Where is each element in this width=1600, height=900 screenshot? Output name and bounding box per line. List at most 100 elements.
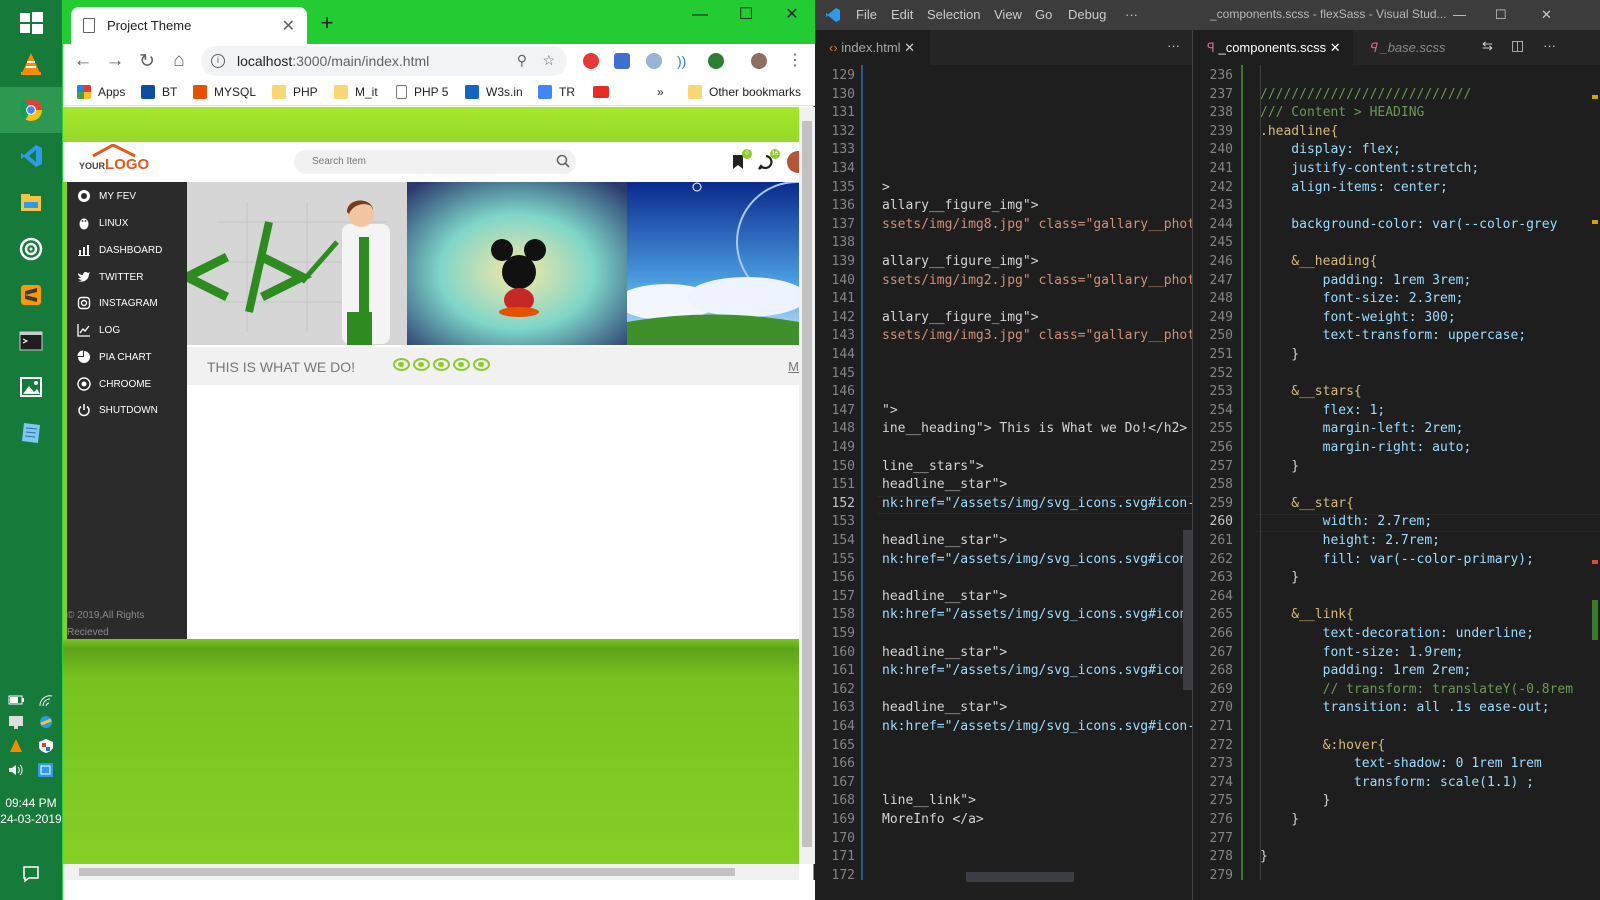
- bookmark-w3s[interactable]: W3s.in: [465, 83, 523, 101]
- maximize-icon[interactable]: ☐: [1495, 7, 1507, 23]
- left-horizontal-scrollbar-thumb[interactable]: [966, 872, 1074, 882]
- bookmark-php5[interactable]: PHP 5: [396, 83, 448, 101]
- headline-more-link[interactable]: M: [788, 359, 799, 374]
- home-icon[interactable]: ⌂: [163, 45, 195, 77]
- eye-icon[interactable]: [433, 358, 450, 371]
- tab-index-html[interactable]: ‹› index.html ✕: [815, 30, 930, 65]
- bookmark-apps[interactable]: Apps: [77, 83, 125, 101]
- eye-icon[interactable]: [453, 358, 470, 371]
- sidebar-item-my-fev[interactable]: MY FEV: [77, 186, 136, 206]
- security-shield-icon[interactable]: [36, 738, 56, 754]
- page-vertical-scrollbar[interactable]: [799, 107, 815, 864]
- terminal-icon[interactable]: [0, 318, 62, 364]
- groove-icon[interactable]: [0, 226, 62, 272]
- other-bookmarks[interactable]: Other bookmarks: [688, 83, 801, 101]
- close-tab-icon[interactable]: ✕: [904, 40, 915, 55]
- more-actions-icon[interactable]: ···: [1167, 38, 1180, 53]
- more-actions-icon[interactable]: ···: [1543, 38, 1556, 53]
- sidebar-item-linux[interactable]: LINUX: [77, 213, 128, 233]
- gallery-image-developer[interactable]: [187, 182, 407, 345]
- bookmark-tr[interactable]: TR: [538, 83, 575, 101]
- page-horizontal-scrollbar[interactable]: [63, 864, 799, 880]
- left-editor[interactable]: 129 130 131 132 133 134 135 >136 allary__figure_…: [815, 65, 1192, 900]
- eye-icon[interactable]: [393, 358, 410, 371]
- user-avatar[interactable]: [787, 151, 799, 173]
- sidebar-item-instagram[interactable]: INSTAGRAM: [77, 293, 158, 313]
- search-icon[interactable]: [556, 154, 570, 168]
- eye-icon[interactable]: [413, 358, 430, 371]
- menu-more[interactable]: ···: [1125, 7, 1138, 22]
- clock-time[interactable]: 09:44 PM: [0, 795, 62, 811]
- open-changes-icon[interactable]: ⇆: [1482, 38, 1493, 54]
- avatar[interactable]: [751, 53, 767, 69]
- adblock-icon[interactable]: [583, 53, 599, 69]
- right-editor[interactable]: 236 237 /////////////////////////// 238 /// …: [1193, 65, 1600, 900]
- split-editor-icon[interactable]: ◫: [1511, 37, 1524, 54]
- close-tab-icon[interactable]: ✕: [282, 16, 295, 36]
- sidebar-item-dashboard[interactable]: DASHBOARD: [77, 240, 162, 260]
- notepad-icon[interactable]: [0, 410, 62, 456]
- tab-base-scss[interactable]: ꟼ _base.scss: [1355, 30, 1465, 65]
- globe-extension-icon[interactable]: [708, 53, 724, 69]
- menu-view[interactable]: View: [994, 7, 1022, 22]
- scroll-thumb[interactable]: [79, 868, 735, 876]
- cast-extension-icon[interactable]: )): [677, 53, 693, 69]
- bookmark-youtube[interactable]: [593, 83, 616, 101]
- gallery-image-landscape[interactable]: [627, 182, 799, 345]
- sidebar-item-chroome[interactable]: CHROOME: [77, 374, 151, 394]
- sidebar-item-twitter[interactable]: TWITTER: [77, 267, 143, 287]
- info-icon[interactable]: i: [211, 54, 225, 68]
- chrome-menu-icon[interactable]: ⋮: [787, 53, 803, 69]
- bookmark-bt[interactable]: BT: [141, 83, 177, 101]
- left-scrollbar-thumb[interactable]: [1183, 530, 1192, 690]
- monitor-icon[interactable]: [6, 714, 26, 730]
- sublime-icon[interactable]: [0, 272, 62, 318]
- bookmark-php[interactable]: PHP: [272, 83, 318, 101]
- site-logo[interactable]: YOURLOGO: [79, 144, 149, 173]
- close-window-icon[interactable]: ✕: [1541, 7, 1552, 23]
- browser-tab[interactable]: Project Theme ✕: [71, 7, 307, 44]
- bookmarks-overflow[interactable]: »: [657, 83, 664, 101]
- chat-notification-icon[interactable]: 16: [758, 149, 780, 170]
- sidebar-item-log[interactable]: LOG: [77, 320, 120, 340]
- tab-components-scss[interactable]: ꟼ _components.scss ✕: [1193, 30, 1353, 65]
- gallery-image-mickey[interactable]: [407, 182, 627, 345]
- menu-selection[interactable]: Selection: [927, 7, 980, 22]
- new-tab-button[interactable]: +: [315, 12, 339, 36]
- maximize-icon[interactable]: ☐: [723, 0, 769, 30]
- address-bar[interactable]: i localhost:3000/main/index.html ⚲ ☆: [201, 46, 567, 76]
- minimize-icon[interactable]: —: [1453, 7, 1466, 22]
- close-tab-icon[interactable]: ✕: [1330, 40, 1341, 55]
- start-icon[interactable]: [0, 0, 62, 46]
- volume-icon[interactable]: [6, 762, 26, 778]
- zoom-icon[interactable]: ⚲: [517, 52, 527, 69]
- vlc-tray-icon[interactable]: [6, 738, 26, 754]
- save-extension-icon[interactable]: [614, 53, 630, 69]
- menu-edit[interactable]: Edit: [891, 7, 913, 22]
- photos-icon[interactable]: [0, 364, 62, 410]
- close-window-icon[interactable]: ✕: [769, 0, 815, 30]
- network-share-icon[interactable]: [36, 714, 56, 730]
- vlc-icon[interactable]: [0, 41, 62, 87]
- back-icon[interactable]: ←: [67, 45, 99, 77]
- bookmark-star-icon[interactable]: ☆: [542, 52, 555, 69]
- language-icon[interactable]: [36, 762, 56, 778]
- vpn-extension-icon[interactable]: [646, 53, 662, 69]
- battery-icon[interactable]: [6, 692, 26, 708]
- sidebar-item-pia-chart[interactable]: PIA CHART: [77, 347, 152, 367]
- sidebar-item-shutdown[interactable]: SHUTDOWN: [77, 400, 158, 420]
- vscode-icon[interactable]: [0, 133, 62, 179]
- action-center-icon[interactable]: [0, 854, 62, 894]
- clock-date[interactable]: 24-03-2019: [0, 811, 62, 827]
- wifi-icon[interactable]: [36, 692, 56, 708]
- menu-file[interactable]: File: [856, 7, 877, 22]
- chrome-icon[interactable]: [0, 87, 62, 133]
- scroll-thumb[interactable]: [802, 121, 812, 847]
- bookmark-m-it[interactable]: M_it: [334, 83, 378, 101]
- minimize-icon[interactable]: —: [677, 0, 723, 30]
- eye-icon[interactable]: [473, 358, 490, 371]
- file-explorer-icon[interactable]: [0, 180, 62, 226]
- bookmark-notification-icon[interactable]: 0: [730, 149, 752, 170]
- site-search-input[interactable]: Search Item: [294, 150, 576, 174]
- menu-debug[interactable]: Debug: [1068, 7, 1106, 22]
